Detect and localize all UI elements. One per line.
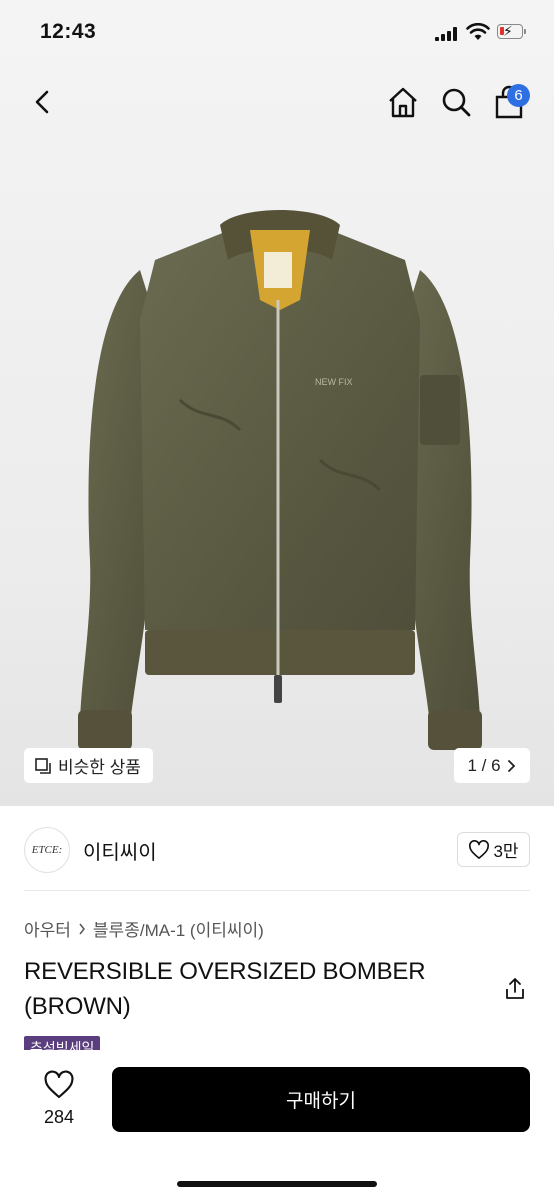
brand-logo[interactable]: ETCE: [24, 827, 70, 873]
bottom-action-bar: 284 구매하기 [0, 1050, 554, 1200]
search-icon[interactable] [436, 82, 476, 122]
buy-button[interactable]: 구매하기 [112, 1067, 530, 1132]
product-image[interactable]: NEW FIX [70, 200, 490, 760]
product-image-gallery[interactable]: NEW FIX 12:43 ⚡ 6 비슷한 상품 1 / 6 [0, 0, 554, 806]
chevron-right-icon [507, 759, 515, 772]
cart-count-badge: 6 [507, 84, 530, 107]
brand-like-count: 3만 [493, 842, 519, 861]
product-title: REVERSIBLE OVERSIZED BOMBER (BROWN) [24, 958, 426, 1020]
wifi-icon [466, 23, 490, 40]
heart-icon [44, 1070, 74, 1099]
brand-row: ETCE: 이티씨이 3만 [0, 822, 554, 878]
top-navigation [0, 76, 554, 132]
copy-icon [35, 757, 51, 774]
divider [24, 890, 530, 891]
similar-products-label: 비슷한 상품 [58, 758, 141, 777]
home-icon[interactable] [383, 82, 423, 122]
breadcrumb-subcategory[interactable]: 블루종/MA-1 (이티씨이) [93, 916, 264, 941]
share-icon[interactable] [502, 976, 528, 1002]
status-time: 12:43 [40, 20, 97, 43]
battery-icon: ⚡ [497, 23, 523, 39]
heart-icon [469, 839, 490, 859]
image-counter: 1 / 6 [467, 755, 501, 775]
home-indicator [177, 1181, 377, 1187]
chevron-right-icon [79, 923, 85, 934]
wishlist-count: 284 [43, 1107, 75, 1127]
breadcrumb: 아우터 블루종/MA-1 (이티씨이) [24, 916, 264, 941]
svg-text:NEW FIX: NEW FIX [315, 377, 353, 387]
brand-like-button[interactable]: 3만 [457, 832, 530, 867]
brand-name[interactable]: 이티씨이 [83, 836, 157, 865]
similar-products-button[interactable]: 비슷한 상품 [24, 748, 153, 783]
breadcrumb-category[interactable]: 아우터 [24, 916, 71, 941]
status-bar: 12:43 ⚡ [0, 0, 554, 66]
cellular-signal-icon [435, 27, 459, 41]
back-arrow-icon[interactable] [22, 82, 62, 122]
image-counter-button[interactable]: 1 / 6 [454, 748, 530, 783]
wishlist-button[interactable]: 284 [28, 1070, 90, 1128]
